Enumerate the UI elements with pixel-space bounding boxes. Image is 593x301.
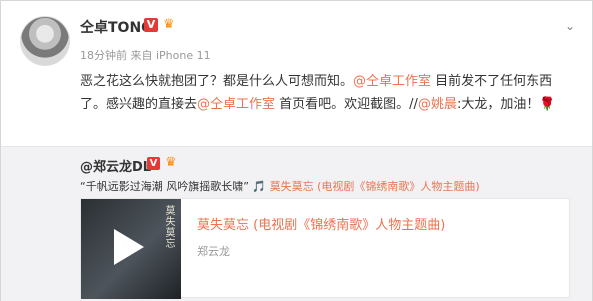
repost-block: @郑云龙DL V ♛ “千帆远影过海潮 风吟旗摇歌长啸” 🎵 莫失莫忘 (电视剧… (1, 146, 592, 301)
rose-icon: 🌹 (539, 97, 556, 112)
repost-quote: “千帆远影过海潮 风吟旗摇歌长啸” (80, 180, 253, 193)
crown-badge-icon: ♛ (165, 155, 177, 170)
music-link[interactable]: 莫失莫忘 (电视剧《锦绣南歌》人物主题曲) (270, 180, 480, 193)
post-text-part: :大龙，加油！ (456, 97, 540, 112)
mention-link[interactable]: @仝卓工作室 (353, 74, 431, 89)
crown-badge-icon: ♛ (163, 17, 175, 32)
album-cover[interactable]: 莫失莫忘 (81, 199, 181, 299)
music-card-title[interactable]: 莫失莫忘 (电视剧《锦绣南歌》人物主题曲) (197, 214, 445, 233)
post-meta: 18分钟前 来自 iPhone 11 (80, 49, 211, 62)
music-card-artist: 郑云龙 (197, 245, 230, 258)
post-text: 恶之花这么快就抱团了？都是什么人可想而知。@仝卓工作室 目前发不了任何东西了。感… (80, 70, 574, 116)
cover-text: 莫失莫忘 (163, 205, 174, 249)
play-icon[interactable] (114, 229, 144, 265)
avatar[interactable] (20, 16, 70, 66)
post-username[interactable]: 仝卓TONG (80, 17, 153, 37)
post-text-part: 首页看吧。欢迎截图。// (275, 97, 418, 112)
post-text-part: 恶之花这么快就抱团了？都是什么人可想而知。 (80, 74, 354, 89)
mention-link[interactable]: @仝卓工作室 (197, 97, 275, 112)
vip-badge-icon: V (147, 157, 160, 170)
repost-text: “千帆远影过海潮 风吟旗摇歌长啸” 🎵 莫失莫忘 (电视剧《锦绣南歌》人物主题曲… (80, 178, 550, 194)
music-card[interactable]: 莫失莫忘 莫失莫忘 (电视剧《锦绣南歌》人物主题曲) 郑云龙 (80, 198, 570, 299)
repost-username[interactable]: @郑云龙DL (80, 156, 151, 175)
mention-link[interactable]: @姚晨 (418, 97, 457, 112)
music-note-icon: 🎵 (252, 180, 267, 193)
chevron-down-icon[interactable]: ⌄ (562, 19, 578, 33)
vip-badge-icon: V (144, 18, 158, 32)
